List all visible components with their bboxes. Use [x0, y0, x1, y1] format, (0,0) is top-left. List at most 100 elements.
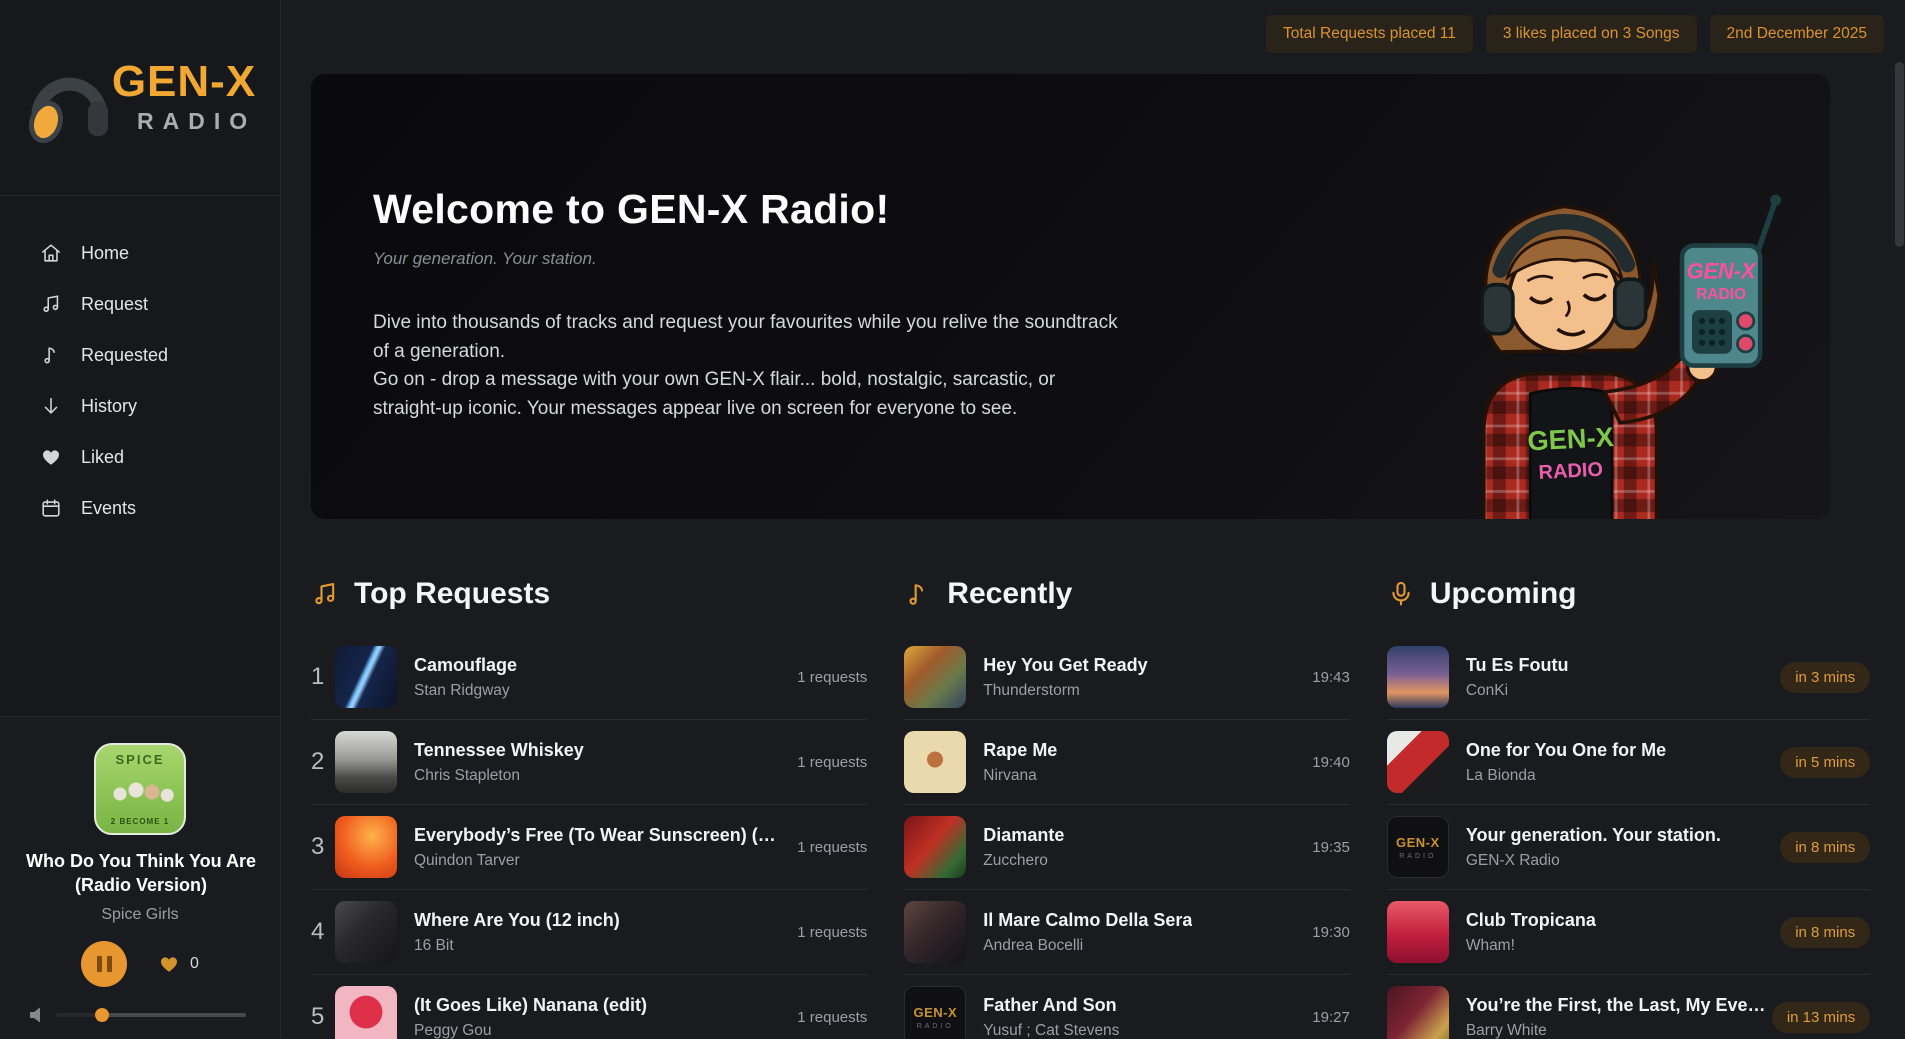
rank: 1 [311, 663, 335, 691]
track-row[interactable]: 5 (It Goes Like) Nanana (edit) Peggy Gou… [311, 975, 867, 1039]
heart-icon [40, 446, 62, 468]
shirt-text-line1: GEN-X [1527, 421, 1615, 456]
sidebar-item-label: History [81, 396, 137, 417]
album-art-brand-subtext: RADIO [1399, 853, 1436, 860]
track-row[interactable]: Tu Es Foutu ConKi in 3 mins [1387, 635, 1870, 720]
volume-thumb[interactable] [95, 1008, 109, 1022]
heart-icon [157, 953, 181, 975]
volume-slider[interactable] [56, 1013, 246, 1017]
track-title: Rape Me [983, 740, 1057, 761]
music-note-icon [40, 344, 62, 366]
scrollbar-thumb[interactable] [1895, 62, 1904, 247]
eta-badge: in 3 mins [1780, 662, 1870, 693]
play-time: 19:35 [1300, 839, 1350, 856]
sidebar-item-liked[interactable]: Liked [40, 446, 280, 468]
request-count: 1 requests [785, 669, 867, 686]
track-row[interactable]: 2 Tennessee Whiskey Chris Stapleton 1 re… [311, 720, 867, 805]
album-art [904, 646, 966, 708]
album-art-brand-subtext: RADIO [917, 1023, 954, 1030]
track-row[interactable]: Rape Me Nirvana 19:40 [904, 720, 1350, 805]
album-art-now-playing: SPICE 2 BECOME 1 [94, 743, 186, 835]
music-notes-icon [40, 293, 62, 315]
pause-button[interactable] [81, 941, 127, 987]
track-title: Diamante [983, 825, 1064, 846]
request-count: 1 requests [785, 1009, 867, 1026]
eta-badge: in 8 mins [1780, 832, 1870, 863]
arrow-down-icon [40, 395, 62, 417]
track-title: Il Mare Calmo Della Sera [983, 910, 1192, 931]
sidebar-item-label: Events [81, 498, 136, 519]
track-row[interactable]: You’re the First, the Last, My Everythin… [1387, 975, 1870, 1039]
sidebar-item-label: Request [81, 294, 148, 315]
brand-sub: RADIO [137, 108, 256, 135]
hero-card: Welcome to GEN-X Radio! Your generation.… [311, 74, 1830, 519]
hero-description: Dive into thousands of tracks and reques… [373, 309, 1123, 423]
track-title: Father And Son [983, 995, 1119, 1016]
track-row[interactable]: 3 Everybody’s Free (To Wear Sunscreen) (… [311, 805, 867, 890]
request-count: 1 requests [785, 924, 867, 941]
album-art [1387, 646, 1449, 708]
track-title: Tu Es Foutu [1466, 655, 1569, 676]
track-artist: Peggy Gou [414, 1022, 647, 1039]
album-art [335, 901, 397, 963]
track-title: (It Goes Like) Nanana (edit) [414, 995, 647, 1016]
play-time: 19:27 [1300, 1009, 1350, 1026]
sidebar: GEN-X RADIO Home Request Requested Histo… [0, 0, 281, 1039]
microphone-icon [1387, 580, 1415, 608]
sidebar-item-label: Liked [81, 447, 124, 468]
track-title: Everybody’s Free (To Wear Sunscreen) (Ed… [414, 825, 785, 846]
track-row[interactable]: One for You One for Me La Bionda in 5 mi… [1387, 720, 1870, 805]
hero-description-line2: Go on - drop a message with your own GEN… [373, 366, 1123, 423]
badge-likes: 3 likes placed on 3 Songs [1486, 15, 1697, 53]
request-count: 1 requests [785, 839, 867, 856]
album-art [904, 901, 966, 963]
track-row[interactable]: Diamante Zucchero 19:35 [904, 805, 1350, 890]
section-title: Recently [947, 577, 1072, 611]
section-upcoming: Upcoming Tu Es Foutu ConKi in 3 mins One… [1387, 577, 1870, 1039]
album-art [335, 986, 397, 1039]
album-art [335, 731, 397, 793]
home-icon [40, 242, 62, 264]
track-title: Club Tropicana [1466, 910, 1596, 931]
track-row[interactable]: 4 Where Are You (12 inch) 16 Bit 1 reque… [311, 890, 867, 975]
like-button[interactable]: 0 [157, 953, 199, 975]
badge-total-requests: Total Requests placed 11 [1266, 15, 1473, 53]
headphones-icon [24, 50, 110, 146]
track-title: Where Are You (12 inch) [414, 910, 620, 931]
album-art-brand-text: GEN-X [1396, 835, 1440, 850]
track-row[interactable]: Il Mare Calmo Della Sera Andrea Bocelli … [904, 890, 1350, 975]
sidebar-item-home[interactable]: Home [40, 242, 280, 264]
request-count: 1 requests [785, 754, 867, 771]
sidebar-item-request[interactable]: Request [40, 293, 280, 315]
sidebar-item-history[interactable]: History [40, 395, 280, 417]
track-artist: Barry White [1466, 1022, 1772, 1039]
section-title: Upcoming [1430, 577, 1577, 611]
rank: 5 [311, 1003, 335, 1031]
track-row[interactable]: 1 Camouflage Stan Ridgway 1 requests [311, 635, 867, 720]
track-row[interactable]: GEN-X RADIO Your generation. Your statio… [1387, 805, 1870, 890]
album-art: GEN-X RADIO [1387, 816, 1449, 878]
track-artist: GEN-X Radio [1466, 852, 1721, 870]
sidebar-item-requested[interactable]: Requested [40, 344, 280, 366]
play-time: 19:43 [1300, 669, 1350, 686]
track-row[interactable]: Club Tropicana Wham! in 8 mins [1387, 890, 1870, 975]
sidebar-item-events[interactable]: Events [40, 497, 280, 519]
brand-name: GEN-X [112, 60, 256, 104]
music-note-icon [904, 580, 932, 608]
eta-badge: in 13 mins [1772, 1002, 1870, 1033]
track-title: You’re the First, the Last, My Everythin… [1466, 995, 1772, 1016]
track-artist: Yusuf ; Cat Stevens [983, 1022, 1119, 1039]
track-row[interactable]: Hey You Get Ready Thunderstorm 19:43 [904, 635, 1350, 720]
track-row[interactable]: GEN-X RADIO Father And Son Yusuf ; Cat S… [904, 975, 1350, 1039]
calendar-icon [40, 497, 62, 519]
album-art [335, 646, 397, 708]
eta-badge: in 8 mins [1780, 917, 1870, 948]
play-time: 19:40 [1300, 754, 1350, 771]
album-art-text: SPICE [100, 752, 180, 767]
track-artist: Quindon Tarver [414, 852, 785, 870]
pause-icon [107, 956, 112, 972]
now-playing-card: SPICE 2 BECOME 1 Who Do You Think You Ar… [0, 716, 280, 1039]
music-notes-icon [311, 580, 339, 608]
track-artist: ConKi [1466, 682, 1569, 700]
album-art [1387, 901, 1449, 963]
